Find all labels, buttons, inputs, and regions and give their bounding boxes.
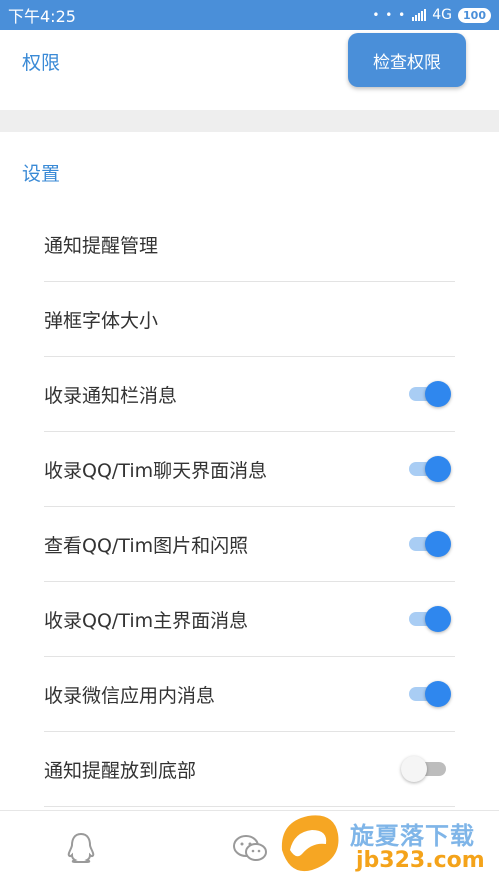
settings-item[interactable]: 收录微信应用内消息 [44, 657, 455, 732]
settings-item-label: 收录QQ/Tim主界面消息 [44, 610, 249, 632]
check-permissions-button[interactable]: 检查权限 [348, 33, 466, 87]
watermark-url: jb323.com [356, 848, 485, 873]
settings-item-label: 通知提醒管理 [44, 235, 159, 257]
settings-title: 设置 [22, 163, 61, 185]
settings-list: 通知提醒管理 弹框字体大小 收录通知栏消息收录QQ/Tim聊天界面消息 查看QQ/Ti… [44, 207, 455, 807]
status-indicators: • • • 4G 100 [372, 7, 491, 23]
watermark: 旋夏落下载 jb323.com [270, 808, 495, 879]
status-bar: 下午4:25 • • • 4G 100 [0, 0, 499, 30]
toggle-switch[interactable] [405, 381, 451, 407]
settings-item[interactable]: 通知提醒管理 [44, 207, 455, 282]
toggle-switch[interactable] [405, 456, 451, 482]
settings-item[interactable]: 弹框字体大小 [44, 282, 455, 357]
settings-item[interactable]: 查看QQ/Tim图片和闪照 [44, 507, 455, 582]
settings-item-label: 弹框字体大小 [44, 310, 159, 332]
toggle-switch[interactable] [405, 531, 451, 557]
settings-item-label: 收录通知栏消息 [44, 385, 178, 407]
wechat-icon[interactable] [231, 833, 269, 869]
watermark-text: 旋夏落下载 [350, 822, 475, 850]
settings-item-label: 收录微信应用内消息 [44, 685, 216, 707]
settings-item[interactable]: 收录通知栏消息 [44, 357, 455, 432]
toggle-switch[interactable] [401, 756, 451, 782]
permissions-section: 权限 检查权限 [0, 30, 499, 110]
toggle-switch[interactable] [405, 606, 451, 632]
watermark-logo [281, 815, 339, 872]
settings-item[interactable]: 收录QQ/Tim主界面消息 [44, 582, 455, 657]
settings-item-label: 查看QQ/Tim图片和闪照 [44, 535, 249, 557]
settings-item-label: 收录QQ/Tim聊天界面消息 [44, 460, 268, 482]
notification-dots: • • • [372, 8, 407, 22]
permissions-title: 权限 [22, 52, 61, 74]
settings-item-label: 通知提醒放到底部 [44, 760, 197, 782]
network-type: 4G [432, 7, 453, 23]
settings-item[interactable]: 收录QQ/Tim聊天界面消息 [44, 432, 455, 507]
battery-icon: 100 [458, 7, 491, 23]
section-divider [0, 110, 499, 132]
settings-item[interactable]: 通知提醒放到底部 [44, 732, 455, 807]
qq-penguin-icon[interactable] [64, 831, 98, 869]
toggle-switch[interactable] [405, 681, 451, 707]
signal-icon [412, 9, 427, 21]
status-time: 下午4:25 [8, 7, 76, 26]
